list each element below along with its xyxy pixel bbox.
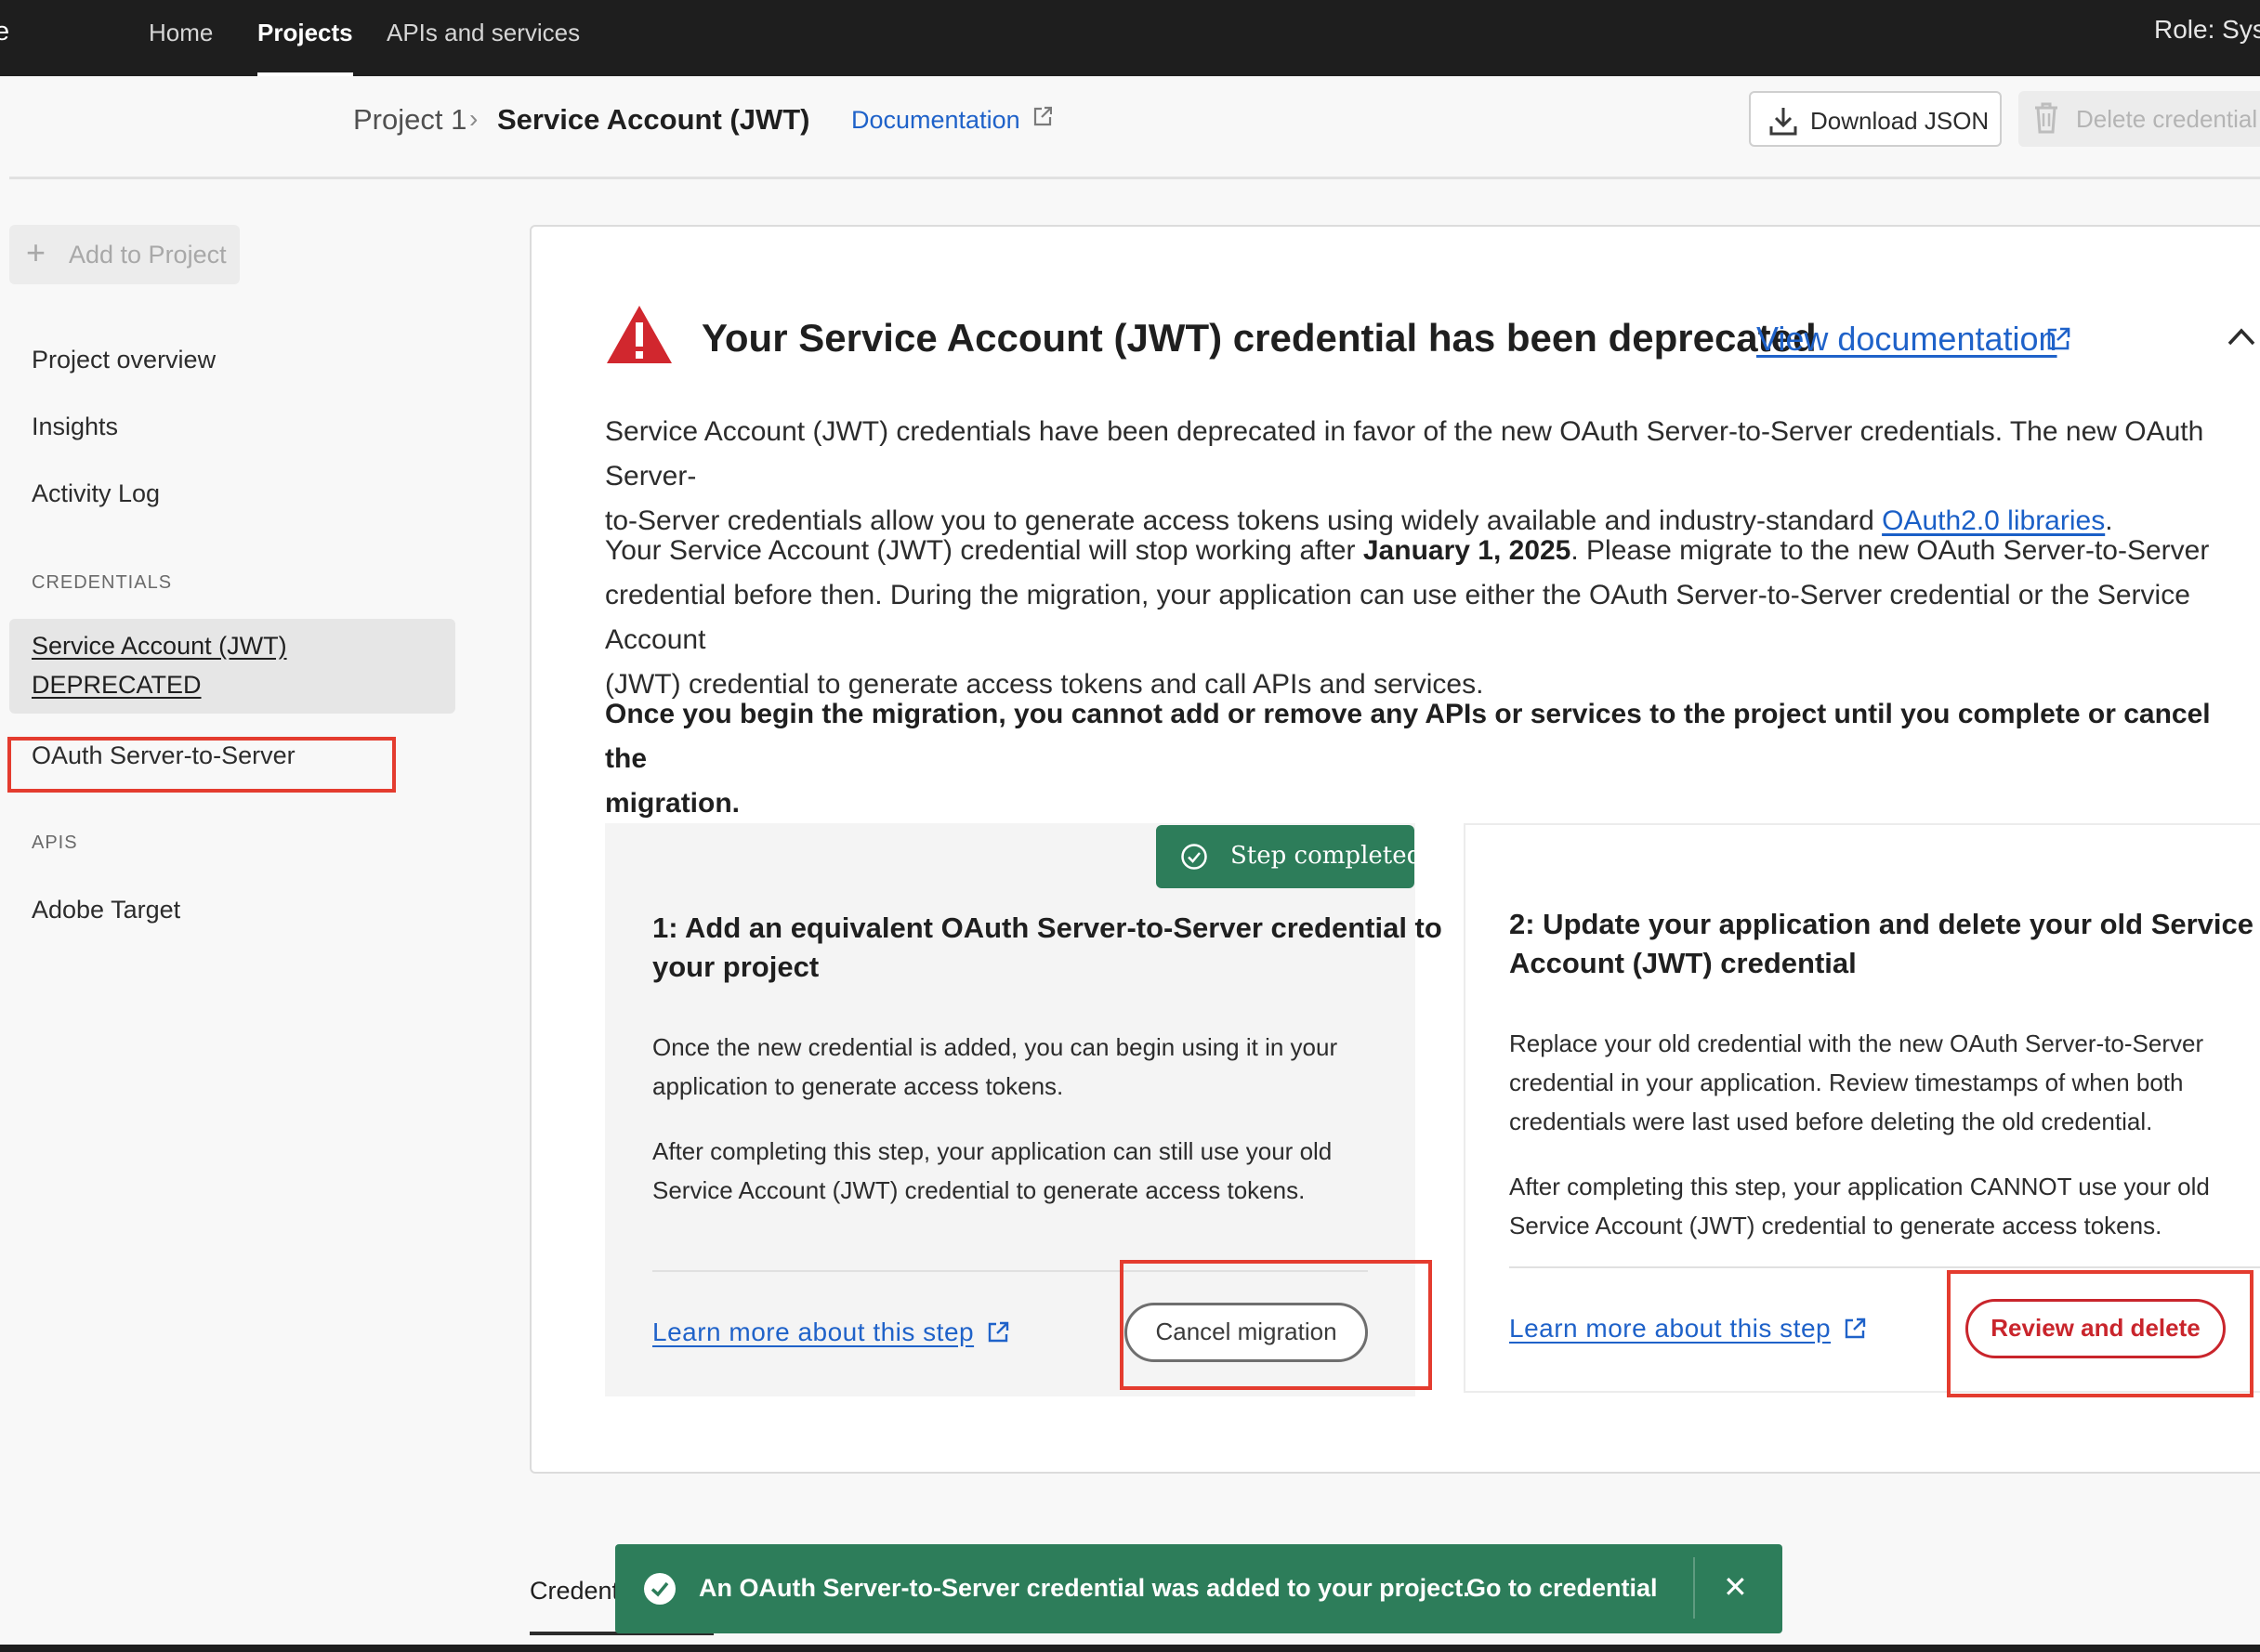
app-title-fragment: e [0,17,10,46]
download-json-button[interactable]: Download JSON [1749,91,2002,147]
download-icon [1769,108,1797,136]
sidebar-heading-credentials: CREDENTIALS [32,572,173,593]
trash-icon [2035,102,2057,134]
delete-credential-button[interactable]: Delete credential [2018,91,2260,147]
highlight-box-oauth [7,737,396,793]
sidebar-item-project-overview[interactable]: Project overview [32,346,216,374]
alert-title: Your Service Account (JWT) credential ha… [702,316,1817,360]
step-1-description: Once the new credential is added, you ca… [652,1033,1338,1100]
breadcrumb-current-page: Service Account (JWT) [497,103,810,136]
step-2-learn-more-link[interactable]: Learn more about this step [1509,1314,1831,1344]
alert-paragraph-deprecation: Service Account (JWT) credentials have b… [605,416,2204,536]
deprecated-label: DEPRECATED [32,671,202,699]
delete-credential-label: Delete credential [2076,105,2258,133]
success-toast: An OAuth Server-to-Server credential was… [615,1544,1782,1633]
sidebar-heading-apis: APIS [32,833,78,853]
step-2-title: 2: Update your application and delete yo… [1509,908,2254,979]
highlight-box-review-and-delete [1947,1270,2253,1397]
external-link-icon[interactable] [1033,106,1052,126]
plus-icon: + [26,233,46,271]
add-to-project-button[interactable]: + Add to Project [9,225,240,284]
nav-tab-home[interactable]: Home [149,19,213,76]
nav-tab-projects[interactable]: Projects [257,19,353,76]
sidebar-item-insights[interactable]: Insights [32,413,118,441]
top-navigation-bar: e Home Projects APIs and services Role: … [0,0,2260,76]
role-indicator[interactable]: Role: Sys [2154,15,2260,45]
view-documentation-link[interactable]: View documentation [1756,320,2057,359]
sidebar-item-service-account-jwt[interactable]: Service Account (JWT) DEPRECATED [9,619,455,714]
close-icon[interactable]: ✕ [1723,1569,1748,1605]
step-completed-label: Step completed [1230,842,1423,870]
go-to-credential-button[interactable]: Go to credential [1466,1574,1658,1603]
documentation-link[interactable]: Documentation [851,106,1020,135]
step-2-note: After completing this step, your applica… [1509,1173,2210,1239]
step-1-learn-more-link[interactable]: Learn more about this step [652,1318,974,1347]
sidebar-item-adobe-target[interactable]: Adobe Target [32,896,180,924]
step-2-divider [1509,1266,2260,1268]
step-1-title: 1: Add an equivalent OAuth Server-to-Ser… [652,911,1442,983]
add-to-project-label: Add to Project [69,241,227,269]
sidebar-item-label: Service Account (JWT) [32,632,287,660]
alert-paragraph-deadline: Your Service Account (JWT) credential wi… [605,535,2210,700]
toast-divider [1693,1557,1695,1619]
checkmark-circle-icon [644,1573,676,1605]
warning-icon [607,306,672,363]
step-completed-badge: Step completed [1156,825,1422,888]
header-divider [9,177,2260,179]
step-2-description: Replace your old credential with the new… [1509,1029,2204,1135]
breadcrumb-project-link[interactable]: Project 1 [353,103,466,137]
highlight-box-cancel-migration [1120,1260,1432,1390]
toast-message: An OAuth Server-to-Server credential was… [699,1574,1470,1602]
bottom-edge-bar [0,1645,2260,1652]
chevron-up-icon[interactable] [2227,325,2256,347]
sidebar-item-activity-log[interactable]: Activity Log [32,479,160,508]
nav-tab-apis-and-services[interactable]: APIs and services [387,19,580,76]
step-1-note: After completing this step, your applica… [652,1137,1333,1204]
checkmark-circle-icon [1181,844,1207,870]
download-json-label: Download JSON [1810,107,1990,135]
external-link-icon[interactable] [2046,327,2070,351]
chevron-right-icon: › [469,104,479,133]
alert-paragraph-migration-warning: Once you begin the migration, you cannot… [605,699,2211,819]
tab-credentials[interactable]: Credent [530,1577,619,1606]
external-link-icon[interactable] [1844,1318,1866,1340]
external-link-icon[interactable] [987,1321,1009,1344]
deadline-date: January 1, 2025 [1362,535,1571,566]
